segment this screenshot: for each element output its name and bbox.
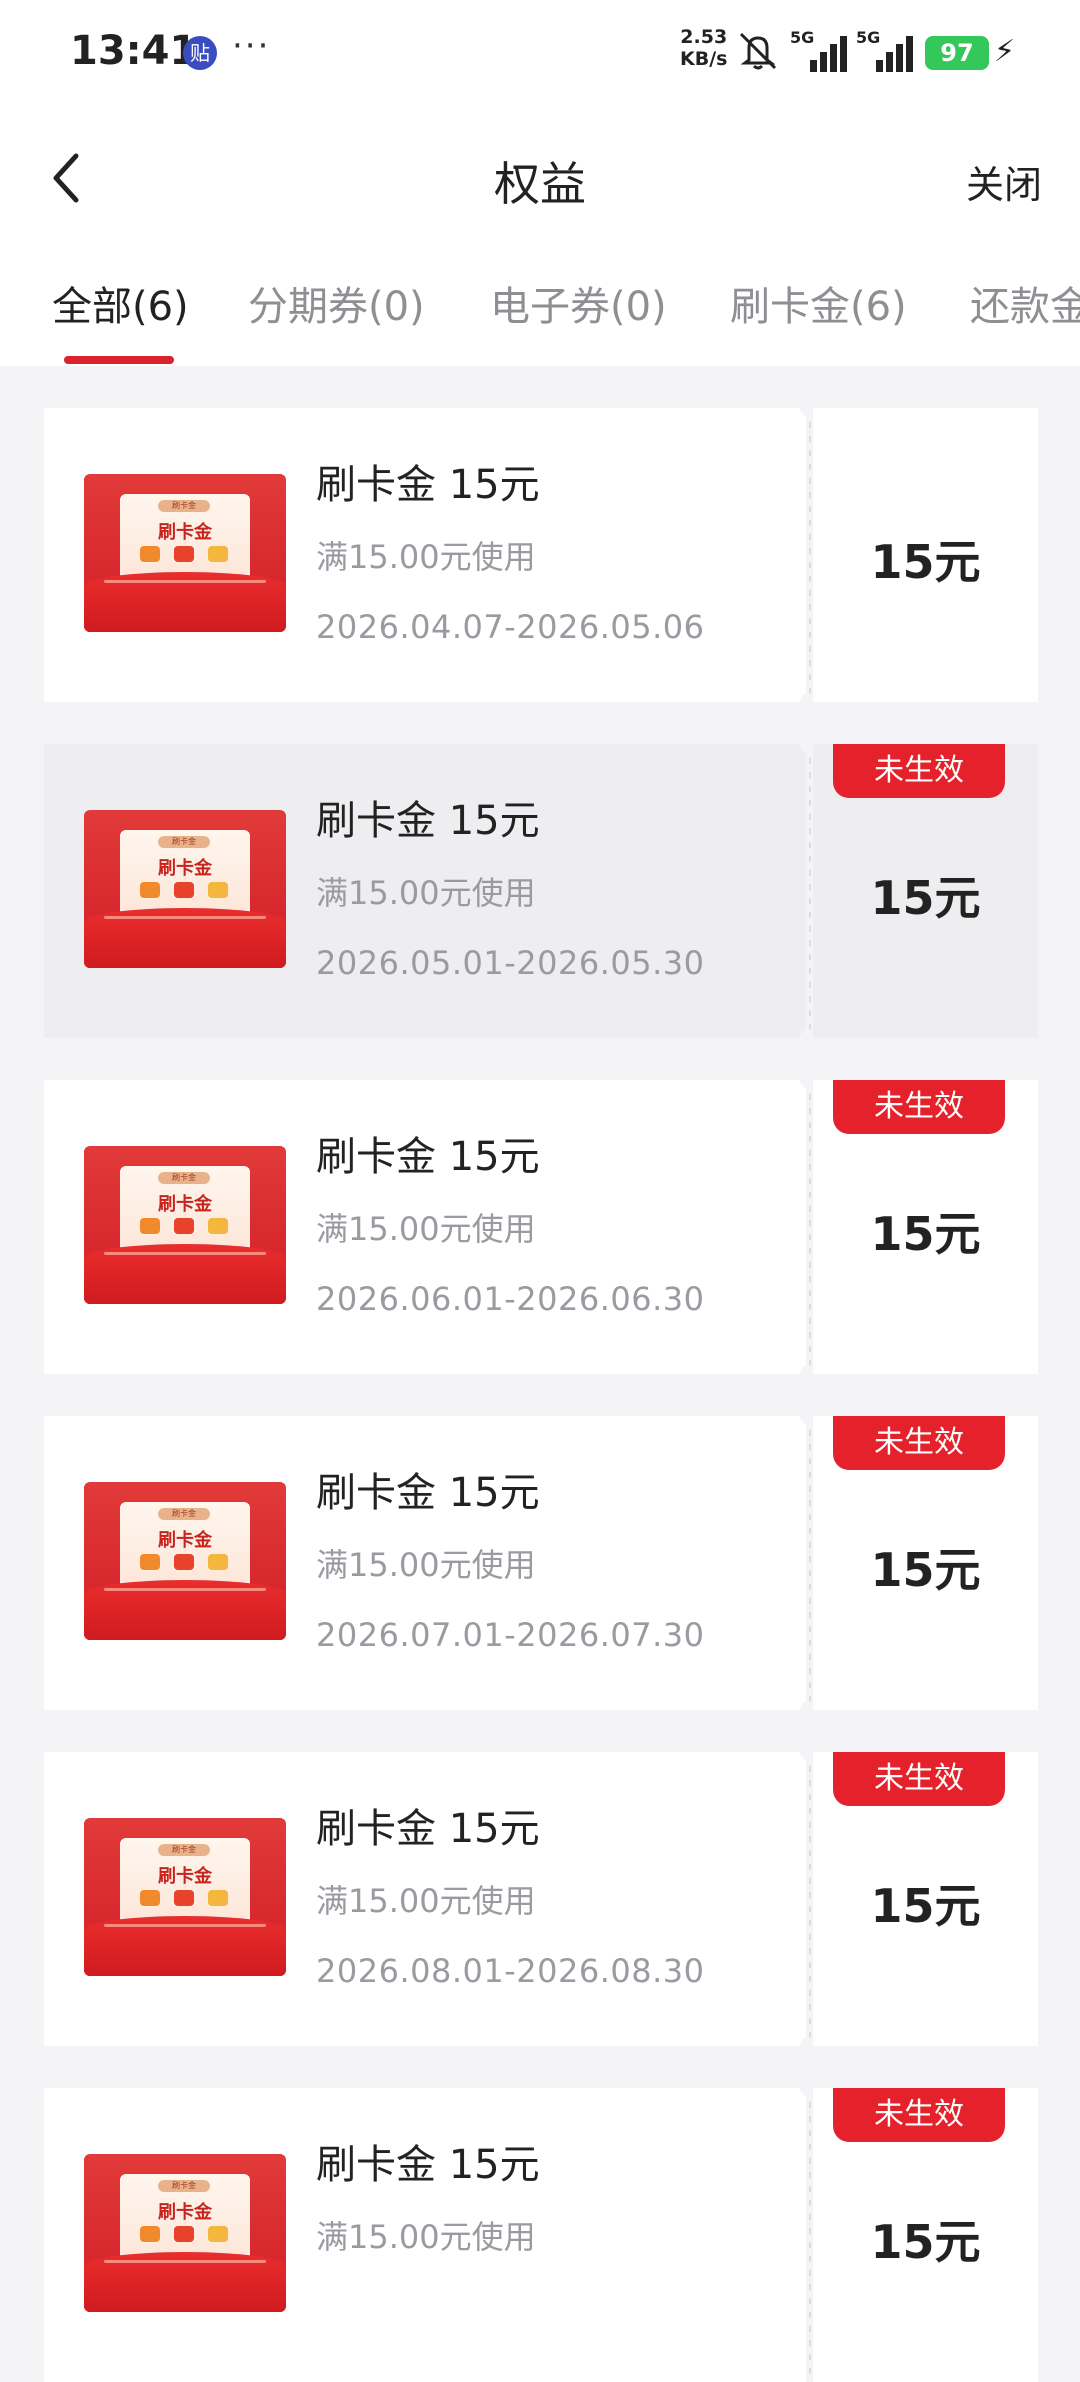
coupon-date-range: 2026.05.01-2026.05.30 <box>316 944 705 982</box>
perforation-divider <box>806 1416 813 1710</box>
status-badge: 未生效 <box>833 1752 1005 1806</box>
network-speed: 2.53 KB/s <box>680 26 727 70</box>
coupon-amount-panel: 未生效 15元 <box>813 2088 1038 2382</box>
tab-card-cashback[interactable]: 刷卡金(6) <box>730 274 907 332</box>
coupon-card-body: 刷卡金 刷卡金 刷卡金 15元 满15.00元使用 2026.04.07-202… <box>44 408 806 702</box>
coupon-title: 刷卡金 15元 <box>316 1134 540 1180</box>
coupon-title: 刷卡金 15元 <box>316 798 540 844</box>
coupon-amount-panel: 未生效 15元 <box>813 744 1038 1038</box>
tab-installment-coupons[interactable]: 分期券(0) <box>248 274 425 332</box>
status-time: 13:41 <box>70 28 198 74</box>
close-button[interactable]: 关闭 <box>966 154 1042 209</box>
coupon-card-body: 刷卡金 刷卡金 刷卡金 15元 满15.00元使用 2026.05.01-202… <box>44 744 806 1038</box>
coupon-condition: 满15.00元使用 <box>316 1882 536 1920</box>
coupon-title: 刷卡金 15元 <box>316 2142 540 2188</box>
status-bar: 13:41 贴 ··· 2.53 KB/s 5G 5G 97 ⚡ <box>0 0 1080 108</box>
thumb-label: 刷卡金 <box>158 1194 212 1215</box>
thumb-tag: 刷卡金 <box>158 2180 210 2192</box>
perforation-divider <box>806 2088 813 2382</box>
signal-2-label: 5G <box>856 28 881 47</box>
coupon-card-body: 刷卡金 刷卡金 刷卡金 15元 满15.00元使用 2026.08.01-202… <box>44 1752 806 2046</box>
signal-icon: 5G <box>856 28 918 72</box>
network-speed-unit: KB/s <box>680 48 728 70</box>
coupon-amount-panel: 未生效 15元 <box>813 1752 1038 2046</box>
perforation-divider <box>806 1752 813 2046</box>
signal-1-label: 5G <box>790 28 815 47</box>
page-title: 权益 <box>494 157 586 211</box>
coupon-card-body: 刷卡金 刷卡金 刷卡金 15元 满15.00元使用 <box>44 2088 806 2382</box>
thumb-tag: 刷卡金 <box>158 1844 210 1856</box>
thumb-label: 刷卡金 <box>158 1530 212 1551</box>
coupon-card[interactable]: 刷卡金 刷卡金 刷卡金 15元 满15.00元使用 未生效 15元 <box>44 2079 1038 2382</box>
coupon-amount-panel: 未生效 15元 <box>813 1080 1038 1374</box>
coupon-date-range: 2026.07.01-2026.07.30 <box>316 1616 705 1654</box>
thumb-label: 刷卡金 <box>158 858 212 879</box>
red-packet-image: 刷卡金 刷卡金 <box>84 2154 286 2312</box>
coupon-condition: 满15.00元使用 <box>316 874 536 912</box>
mute-icon <box>739 32 777 70</box>
status-badge: 未生效 <box>833 1080 1005 1134</box>
coupon-title: 刷卡金 15元 <box>316 1470 540 1516</box>
network-speed-value: 2.53 <box>680 26 728 48</box>
red-packet-image: 刷卡金 刷卡金 <box>84 1146 286 1304</box>
signal-icon: 5G <box>790 28 852 72</box>
thumb-tag: 刷卡金 <box>158 836 210 848</box>
thumb-tag: 刷卡金 <box>158 500 210 512</box>
charging-icon: ⚡ <box>994 34 1016 69</box>
coupon-card[interactable]: 刷卡金 刷卡金 刷卡金 15元 满15.00元使用 2026.08.01-202… <box>44 1743 1038 2055</box>
tab-repayment[interactable]: 还款金 <box>970 274 1080 332</box>
coupon-card[interactable]: 刷卡金 刷卡金 刷卡金 15元 满15.00元使用 2026.04.07-202… <box>44 399 1038 711</box>
tab-bar: 全部(6) 分期券(0) 电子券(0) 刷卡金(6) 还款金 <box>0 248 1080 366</box>
red-packet-image: 刷卡金 刷卡金 <box>84 810 286 968</box>
tab-e-coupons[interactable]: 电子券(0) <box>490 274 667 332</box>
status-badge: 未生效 <box>833 1416 1005 1470</box>
coupon-amount-panel: 15元 <box>813 408 1038 702</box>
coupon-card[interactable]: 刷卡金 刷卡金 刷卡金 15元 满15.00元使用 2026.07.01-202… <box>44 1407 1038 1719</box>
perforation-divider <box>806 408 813 702</box>
status-badge: 未生效 <box>833 2088 1005 2142</box>
coupon-amount: 15元 <box>870 871 981 925</box>
thumb-label: 刷卡金 <box>158 1866 212 1887</box>
coupon-condition: 满15.00元使用 <box>316 1210 536 1248</box>
more-notifications-icon: ··· <box>232 26 271 66</box>
red-packet-image: 刷卡金 刷卡金 <box>84 1818 286 1976</box>
red-packet-image: 刷卡金 刷卡金 <box>84 474 286 632</box>
coupon-card-body: 刷卡金 刷卡金 刷卡金 15元 满15.00元使用 2026.06.01-202… <box>44 1080 806 1374</box>
active-tab-indicator <box>64 356 174 364</box>
coupon-date-range: 2026.08.01-2026.08.30 <box>316 1952 705 1990</box>
thumb-tag: 刷卡金 <box>158 1172 210 1184</box>
coupon-condition: 满15.00元使用 <box>316 2218 536 2256</box>
coupon-amount: 15元 <box>870 1543 981 1597</box>
coupon-card[interactable]: 刷卡金 刷卡金 刷卡金 15元 满15.00元使用 2026.05.01-202… <box>44 735 1038 1047</box>
status-badge: 未生效 <box>833 744 1005 798</box>
notification-app-icon: 贴 <box>183 36 217 70</box>
coupon-card-body: 刷卡金 刷卡金 刷卡金 15元 满15.00元使用 2026.07.01-202… <box>44 1416 806 1710</box>
coupon-amount-panel: 未生效 15元 <box>813 1416 1038 1710</box>
coupon-condition: 满15.00元使用 <box>316 538 536 576</box>
perforation-divider <box>806 1080 813 1374</box>
coupon-amount: 15元 <box>870 2215 981 2269</box>
coupon-date-range: 2026.04.07-2026.05.06 <box>316 608 705 646</box>
battery-icon: 97 <box>925 36 989 70</box>
coupon-amount: 15元 <box>870 1879 981 1933</box>
thumb-tag: 刷卡金 <box>158 1508 210 1520</box>
coupon-amount: 15元 <box>870 1207 981 1261</box>
coupon-card[interactable]: 刷卡金 刷卡金 刷卡金 15元 满15.00元使用 2026.06.01-202… <box>44 1071 1038 1383</box>
tab-all[interactable]: 全部(6) <box>52 274 189 332</box>
perforation-divider <box>806 744 813 1038</box>
nav-header: 权益 关闭 <box>0 108 1080 248</box>
coupon-date-range: 2026.06.01-2026.06.30 <box>316 1280 705 1318</box>
coupon-amount: 15元 <box>870 535 981 589</box>
thumb-label: 刷卡金 <box>158 2202 212 2223</box>
thumb-label: 刷卡金 <box>158 522 212 543</box>
red-packet-image: 刷卡金 刷卡金 <box>84 1482 286 1640</box>
coupon-condition: 满15.00元使用 <box>316 1546 536 1584</box>
coupon-title: 刷卡金 15元 <box>316 462 540 508</box>
coupon-title: 刷卡金 15元 <box>316 1806 540 1852</box>
